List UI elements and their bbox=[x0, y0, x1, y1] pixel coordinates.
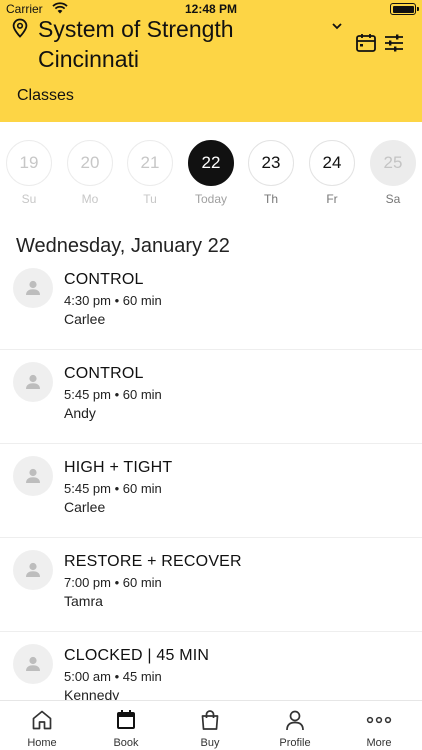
day-label: Tu bbox=[143, 192, 157, 206]
person-icon bbox=[286, 710, 304, 731]
battery-icon bbox=[390, 3, 419, 15]
day-number: 21 bbox=[127, 140, 173, 186]
class-instructor: Andy bbox=[64, 405, 96, 421]
day-su[interactable]: 19 Su bbox=[5, 140, 53, 206]
more-dots-icon bbox=[366, 716, 392, 724]
class-name: CONTROL bbox=[64, 271, 144, 288]
header: Carrier 12:48 PM System of Strength Cinc… bbox=[0, 0, 422, 122]
tab-label: More bbox=[366, 737, 392, 749]
tab-profile[interactable]: Profile bbox=[253, 701, 337, 750]
tab-label: Home bbox=[27, 737, 57, 749]
chevron-down-icon[interactable] bbox=[331, 22, 343, 30]
instructor-avatar bbox=[13, 456, 53, 496]
day-sa[interactable]: 25 Sa bbox=[369, 140, 417, 206]
day-fr[interactable]: 24 Fr bbox=[308, 140, 356, 206]
filter-sliders-icon[interactable] bbox=[383, 33, 405, 53]
class-instructor: Tamra bbox=[64, 593, 103, 609]
tab-bar: Home Book Buy Profile More bbox=[0, 700, 422, 750]
day-label: Fr bbox=[326, 192, 338, 206]
person-placeholder-icon bbox=[26, 280, 40, 295]
class-list-item[interactable]: HIGH + TIGHT 5:45 pm • 60 min Carlee bbox=[0, 444, 422, 538]
class-time: 5:45 pm • 60 min bbox=[64, 387, 162, 402]
person-placeholder-icon bbox=[26, 468, 40, 483]
day-today[interactable]: 22 Today bbox=[187, 140, 235, 206]
class-name: RESTORE + RECOVER bbox=[64, 553, 242, 570]
day-th[interactable]: 23 Th bbox=[247, 140, 295, 206]
class-instructor: Carlee bbox=[64, 499, 106, 515]
class-name: HIGH + TIGHT bbox=[64, 459, 173, 476]
day-label: Th bbox=[263, 192, 278, 206]
class-time: 5:00 am • 45 min bbox=[64, 669, 162, 684]
instructor-avatar bbox=[13, 362, 53, 402]
class-list-item[interactable]: CONTROL 5:45 pm • 60 min Andy bbox=[0, 350, 422, 444]
day-label: Sa bbox=[385, 192, 401, 206]
date-heading: Wednesday, January 22 bbox=[16, 235, 230, 257]
tab-book[interactable]: Book bbox=[84, 701, 168, 750]
tab-more[interactable]: More bbox=[337, 701, 421, 750]
day-number: 23 bbox=[248, 140, 294, 186]
class-list-item[interactable]: RESTORE + RECOVER 7:00 pm • 60 min Tamra bbox=[0, 538, 422, 632]
class-instructor: Carlee bbox=[64, 311, 106, 327]
day-number: 24 bbox=[309, 140, 355, 186]
instructor-avatar bbox=[13, 268, 53, 308]
calendar-icon[interactable] bbox=[355, 33, 377, 53]
day-label: Mo bbox=[81, 192, 99, 206]
day-number: 25 bbox=[370, 140, 416, 186]
day-number: 20 bbox=[67, 140, 113, 186]
class-time: 4:30 pm • 60 min bbox=[64, 293, 162, 308]
day-number: 22 bbox=[188, 140, 234, 186]
day-tu[interactable]: 21 Tu bbox=[126, 140, 174, 206]
calendar-icon bbox=[117, 710, 135, 729]
location-selector[interactable]: System of Strength Cincinnati bbox=[38, 14, 338, 74]
class-time: 5:45 pm • 60 min bbox=[64, 481, 162, 496]
person-placeholder-icon bbox=[26, 562, 40, 577]
person-placeholder-icon bbox=[26, 374, 40, 389]
class-list-item[interactable]: CONTROL 4:30 pm • 60 min Carlee bbox=[0, 256, 422, 350]
tab-label: Profile bbox=[279, 737, 311, 749]
tab-buy[interactable]: Buy bbox=[168, 701, 252, 750]
tab-label: Book bbox=[113, 737, 139, 749]
class-name: CLOCKED | 45 MIN bbox=[64, 647, 210, 664]
instructor-avatar bbox=[13, 550, 53, 590]
day-mo[interactable]: 20 Mo bbox=[66, 140, 114, 206]
tab-label: Buy bbox=[200, 737, 220, 749]
class-list: CONTROL 4:30 pm • 60 min Carlee CONTROL … bbox=[0, 256, 422, 726]
instructor-avatar bbox=[13, 644, 53, 684]
class-time: 7:00 pm • 60 min bbox=[64, 575, 162, 590]
day-label: Today bbox=[194, 192, 228, 206]
day-label: Su bbox=[21, 192, 37, 206]
home-icon bbox=[32, 710, 52, 730]
person-placeholder-icon bbox=[26, 656, 40, 671]
day-number: 19 bbox=[6, 140, 52, 186]
location-name-line2: Cincinnati bbox=[38, 46, 139, 72]
section-label: Classes bbox=[17, 87, 74, 104]
day-strip: 19 Su 20 Mo 21 Tu 22 Today 23 Th 24 Fr 2… bbox=[0, 140, 422, 210]
shopping-bag-icon bbox=[201, 710, 219, 730]
location-name-line1: System of Strength bbox=[38, 16, 234, 42]
tab-home[interactable]: Home bbox=[0, 701, 84, 750]
location-pin-icon bbox=[12, 18, 28, 38]
class-name: CONTROL bbox=[64, 365, 144, 382]
